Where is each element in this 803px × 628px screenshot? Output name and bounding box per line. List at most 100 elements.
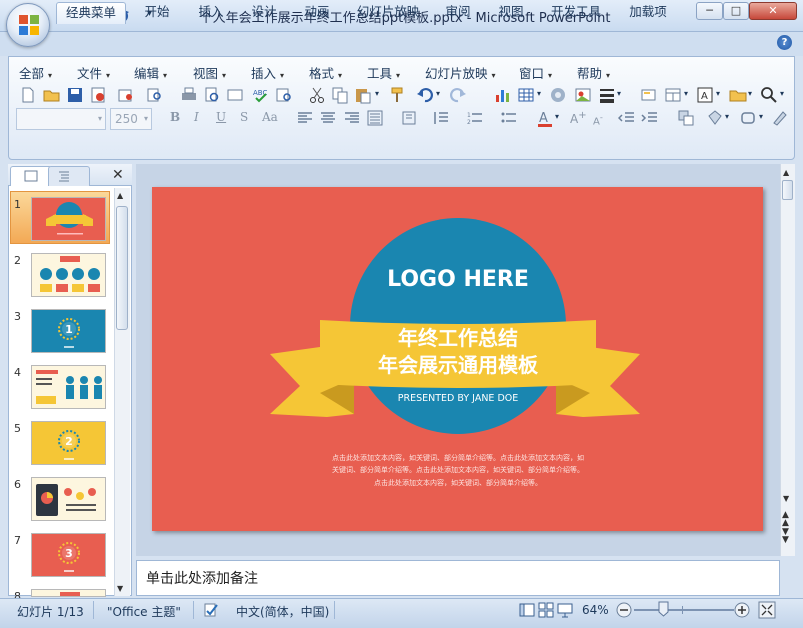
tab-insert[interactable]: 插入 — [191, 2, 231, 24]
close-panel-icon[interactable]: ✕ — [112, 167, 124, 183]
increase-indent-icon[interactable] — [641, 109, 659, 127]
tab-outline[interactable] — [48, 166, 90, 186]
menu-file[interactable]: 文件 ▾ — [77, 63, 110, 82]
layout-dropdown-icon[interactable]: ▾ — [684, 89, 688, 98]
align-left-icon[interactable] — [296, 109, 314, 127]
menu-tools[interactable]: 工具 ▾ — [367, 63, 400, 82]
help-icon[interactable]: ? — [777, 35, 792, 50]
menu-view[interactable]: 视图 ▾ — [193, 63, 226, 82]
grow-font-icon[interactable]: A+ — [570, 110, 587, 126]
tab-classic-menu[interactable]: 经典菜单 — [56, 2, 126, 24]
slide-thumbnail[interactable]: 1 — [31, 309, 106, 353]
zoom-in-icon[interactable] — [734, 602, 750, 618]
tab-animation[interactable]: 动画 — [297, 2, 337, 24]
font-color-icon[interactable]: A — [536, 109, 554, 127]
normal-view-icon[interactable] — [519, 602, 535, 618]
tab-design[interactable]: 设计 — [244, 2, 284, 24]
print-icon[interactable] — [180, 86, 198, 104]
shape-effects-icon[interactable] — [771, 109, 789, 127]
menu-format[interactable]: 格式 ▾ — [309, 63, 342, 82]
save-icon[interactable] — [66, 86, 84, 104]
menu-window[interactable]: 窗口 ▾ — [519, 63, 552, 82]
paste-dropdown-icon[interactable]: ▾ — [375, 89, 379, 98]
slide-area-scroll-thumb[interactable] — [782, 180, 793, 200]
tab-developer[interactable]: 开发工具 — [544, 2, 608, 24]
line-style-dropdown-icon[interactable]: ▾ — [617, 89, 621, 98]
redo-icon[interactable] — [449, 86, 467, 104]
new-slide-icon[interactable] — [640, 86, 658, 104]
paste-icon[interactable] — [354, 86, 372, 104]
shape-outline-dropdown-icon[interactable]: ▾ — [759, 112, 763, 121]
line-style-icon[interactable] — [598, 86, 616, 104]
insert-picture-icon[interactable] — [574, 86, 592, 104]
research-icon[interactable] — [275, 86, 293, 104]
shapes-dropdown-icon[interactable]: ▾ — [748, 89, 752, 98]
layout-icon[interactable] — [664, 86, 682, 104]
clipart-icon[interactable] — [549, 86, 567, 104]
theme-name[interactable]: "Office 主题" — [107, 603, 181, 620]
language-indicator[interactable]: 中文(简体，中国) — [236, 603, 329, 620]
table-dropdown-icon[interactable]: ▾ — [537, 89, 541, 98]
undo-icon[interactable] — [416, 86, 434, 104]
slideshow-view-icon[interactable] — [557, 602, 573, 618]
tab-slideshow[interactable]: 幻灯片放映 — [350, 2, 426, 24]
tab-review[interactable]: 审阅 — [438, 2, 478, 24]
insert-chart-icon[interactable] — [494, 86, 512, 104]
menu-slideshow[interactable]: 幻灯片放映 ▾ — [425, 63, 496, 82]
font-color-dropdown-icon[interactable]: ▾ — [555, 112, 559, 121]
copy-icon[interactable] — [331, 86, 349, 104]
numbering-icon[interactable]: 12 — [466, 109, 484, 127]
zoom-level[interactable]: 64% — [582, 603, 609, 617]
text-box-dropdown-icon[interactable]: ▾ — [716, 89, 720, 98]
next-slide-icon[interactable]: ▼ ▼ — [782, 528, 789, 545]
cut-icon[interactable] — [308, 86, 326, 104]
shape-outline-icon[interactable] — [740, 109, 758, 127]
fit-to-window-icon[interactable] — [758, 601, 776, 619]
align-center-icon[interactable] — [319, 109, 337, 127]
close-button[interactable]: ✕ — [749, 2, 797, 20]
slide-thumbnail[interactable] — [31, 589, 106, 597]
insert-table-icon[interactable] — [517, 86, 535, 104]
permission-icon[interactable] — [89, 86, 107, 104]
minimize-button[interactable]: ─ — [696, 2, 723, 20]
slide-thumbnail[interactable]: 2 — [31, 421, 106, 465]
menu-edit[interactable]: 编辑 ▾ — [134, 63, 167, 82]
shapes-icon[interactable] — [729, 86, 747, 104]
bullets-icon[interactable] — [500, 109, 518, 127]
menu-help[interactable]: 帮助 ▾ — [577, 63, 610, 82]
slide-sorter-icon[interactable] — [538, 602, 554, 618]
slide-thumbnail[interactable] — [31, 253, 106, 297]
align-right-icon[interactable] — [343, 109, 361, 127]
slides-panel-scroll-thumb[interactable] — [116, 206, 128, 330]
tab-slides[interactable] — [10, 166, 52, 186]
tab-view[interactable]: 视图 — [491, 2, 531, 24]
undo-dropdown-icon[interactable]: ▾ — [436, 89, 440, 98]
office-button[interactable] — [6, 3, 50, 47]
menu-all[interactable]: 全部 ▾ — [19, 63, 52, 82]
scroll-down-icon[interactable]: ▼ — [783, 494, 789, 503]
line-spacing-icon[interactable] — [432, 109, 450, 127]
menu-insert[interactable]: 插入 ▾ — [251, 63, 284, 82]
text-direction-icon[interactable] — [401, 109, 419, 127]
decrease-indent-icon[interactable] — [618, 109, 636, 127]
find-icon[interactable] — [760, 86, 778, 104]
find-dropdown-icon[interactable]: ▾ — [780, 89, 784, 98]
zoom-slider-thumb[interactable] — [658, 601, 669, 617]
email-icon[interactable] — [117, 86, 135, 104]
slide-thumbnail[interactable] — [31, 365, 106, 409]
change-case-icon[interactable]: Aa — [262, 110, 278, 124]
tab-home[interactable]: 开始 — [137, 2, 177, 24]
scroll-down-icon[interactable]: ▼ — [117, 584, 123, 593]
shape-fill-dropdown-icon[interactable]: ▾ — [725, 112, 729, 121]
slide-thumbnail[interactable] — [31, 477, 106, 521]
text-box-icon[interactable]: A — [696, 86, 714, 104]
slide-thumbnail[interactable] — [31, 197, 106, 241]
new-file-icon[interactable] — [19, 86, 37, 104]
underline-icon[interactable]: U — [216, 110, 226, 124]
shrink-font-icon[interactable]: A- — [593, 112, 603, 127]
font-size-combo[interactable]: 250 ▾ — [110, 108, 152, 130]
slide-thumbnail[interactable]: 3 — [31, 533, 106, 577]
maximize-button[interactable]: □ — [723, 2, 749, 20]
spelling-icon[interactable]: ABC — [252, 86, 270, 104]
publish-icon[interactable] — [145, 86, 163, 104]
